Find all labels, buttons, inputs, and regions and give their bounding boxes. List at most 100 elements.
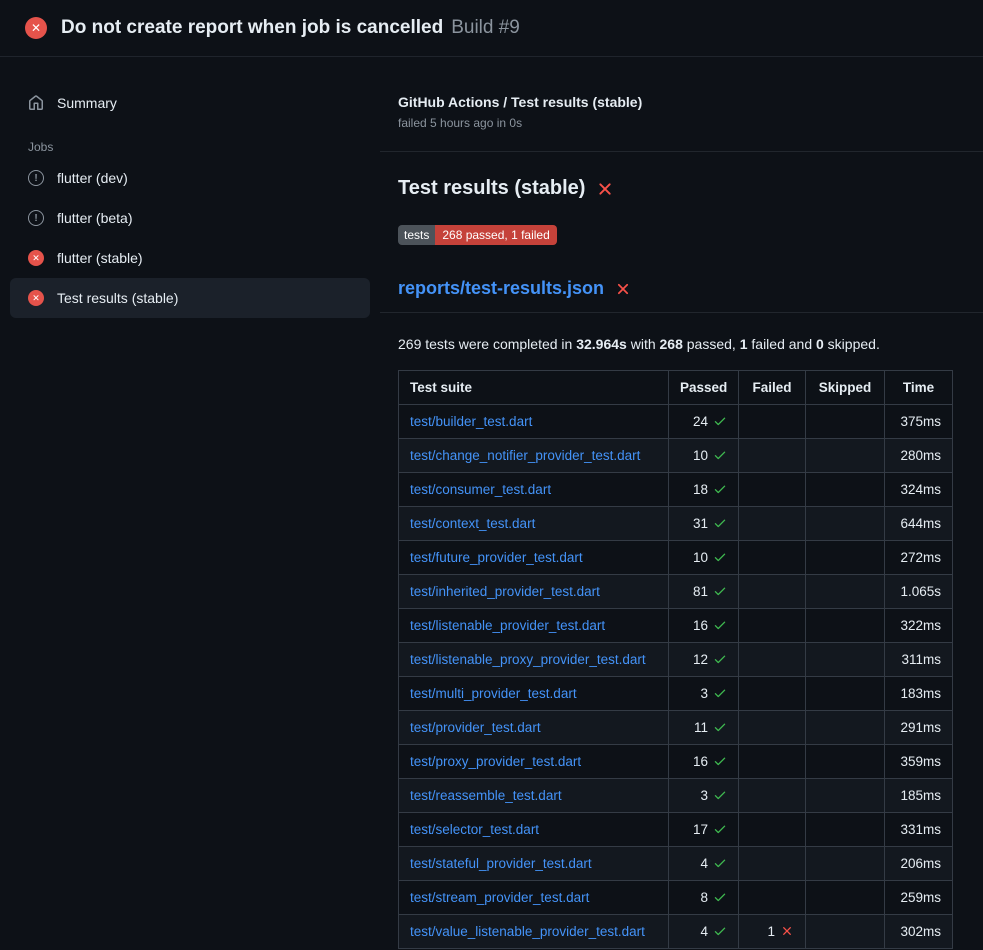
skipped-cell (806, 677, 885, 711)
passed-count: 17 (693, 822, 708, 837)
badge-label: tests (398, 225, 435, 245)
time-cell: 331ms (885, 813, 953, 847)
passed-cell: 3 (669, 677, 739, 711)
passed-cell: 3 (669, 779, 739, 813)
time-cell: 183ms (885, 677, 953, 711)
passed-cell: 12 (669, 643, 739, 677)
suite-link[interactable]: test/proxy_provider_test.dart (410, 754, 581, 769)
suite-link[interactable]: test/context_test.dart (410, 516, 535, 531)
failed-cell (739, 405, 806, 439)
skipped-cell (806, 779, 885, 813)
section-heading-text: Test results (stable) (398, 177, 585, 200)
skipped-cell (806, 915, 885, 949)
passed-cell: 81 (669, 575, 739, 609)
time-cell: 322ms (885, 609, 953, 643)
suite-cell: test/selector_test.dart (399, 813, 669, 847)
sidebar-item-label: flutter (dev) (57, 170, 128, 186)
report-file-link[interactable]: reports/test-results.json (398, 278, 604, 299)
table-row: test/consumer_test.dart18324ms (399, 473, 953, 507)
table-row: test/reassemble_test.dart 3 185ms (399, 779, 953, 813)
suite-link[interactable]: test/listenable_provider_test.dart (410, 618, 605, 633)
column-header-test-suite: Test suite (399, 371, 669, 405)
passed-count: 16 (693, 618, 708, 633)
suite-link[interactable]: test/future_provider_test.dart (410, 550, 583, 565)
table-header-row: Test suitePassedFailedSkippedTime (399, 371, 953, 405)
suite-link[interactable]: test/change_notifier_provider_test.dart (410, 448, 640, 463)
suite-cell: test/stream_provider_test.dart (399, 881, 669, 915)
sidebar-item-test-results-stable[interactable]: ✕Test results (stable) (10, 278, 370, 318)
suite-link[interactable]: test/value_listenable_provider_test.dart (410, 924, 645, 939)
table-row: test/proxy_provider_test.dart 16 359ms (399, 745, 953, 779)
passed-count: 11 (694, 720, 708, 735)
time-cell: 1.065s (885, 575, 953, 609)
failed-cell (739, 575, 806, 609)
suite-link[interactable]: test/reassemble_test.dart (410, 788, 562, 803)
suite-link[interactable]: test/listenable_proxy_provider_test.dart (410, 652, 646, 667)
suite-cell: test/stateful_provider_test.dart (399, 847, 669, 881)
column-header-passed: Passed (669, 371, 739, 405)
sidebar-item-flutter-beta[interactable]: ! flutter (beta) (10, 198, 370, 238)
home-icon (28, 95, 44, 111)
passed-cell: 16 (669, 609, 739, 643)
failed-status-icon: ✕ (25, 17, 47, 39)
failed-cell (739, 711, 806, 745)
passed-cell: 8 (669, 881, 739, 915)
table-header: Test suitePassedFailedSkippedTime (399, 371, 953, 405)
suite-link[interactable]: test/stateful_provider_test.dart (410, 856, 592, 871)
skipped-cell (806, 541, 885, 575)
table-row: test/selector_test.dart 17 331ms (399, 813, 953, 847)
check-icon (713, 788, 727, 802)
skipped-cell (806, 881, 885, 915)
suite-link[interactable]: test/multi_provider_test.dart (410, 686, 577, 701)
passed-count: 4 (700, 924, 708, 939)
check-icon (713, 856, 727, 870)
header-divider (380, 151, 983, 152)
time-cell: 359ms (885, 745, 953, 779)
passed-count: 24 (693, 414, 708, 429)
sidebar-item-summary[interactable]: Summary (10, 83, 370, 123)
passed-count: 18 (693, 482, 708, 497)
passed-count: 12 (693, 652, 708, 667)
passed-count: 4 (700, 856, 708, 871)
skipped-cell (806, 473, 885, 507)
check-icon (713, 720, 727, 734)
build-header: ✕ Do not create report when job is cance… (0, 0, 983, 57)
suite-link[interactable]: test/stream_provider_test.dart (410, 890, 589, 905)
suite-link[interactable]: test/provider_test.dart (410, 720, 541, 735)
suite-link[interactable]: test/selector_test.dart (410, 822, 539, 837)
passed-cell: 11 (669, 711, 739, 745)
sidebar-item-label: flutter (stable) (57, 250, 143, 266)
time-cell: 259ms (885, 881, 953, 915)
suite-cell: test/change_notifier_provider_test.dart (399, 439, 669, 473)
passed-cell: 17 (669, 813, 739, 847)
sidebar-item-flutter-dev[interactable]: !flutter (dev) (10, 158, 370, 198)
skipped-cell (806, 439, 885, 473)
failed-cell (739, 439, 806, 473)
suite-link[interactable]: test/consumer_test.dart (410, 482, 551, 497)
check-icon (713, 754, 727, 768)
passed-count: 10 (693, 448, 708, 463)
section-heading: Test results (stable) (398, 177, 983, 200)
passed-count: 16 (693, 754, 708, 769)
jobs-section-label: Jobs (10, 140, 370, 154)
sidebar-jobs-list: !flutter (dev)! flutter (beta) ✕flutter (s… (10, 158, 370, 318)
time-cell: 185ms (885, 779, 953, 813)
suite-link[interactable]: test/builder_test.dart (410, 414, 532, 429)
sidebar-item-label: flutter (beta) (57, 210, 132, 226)
suite-link[interactable]: test/inherited_provider_test.dart (410, 584, 600, 599)
neutral-status-icon: ! (28, 210, 44, 226)
table-row: test/multi_provider_test.dart 3 183ms (399, 677, 953, 711)
summary-text: with (627, 336, 660, 352)
passed-cell: 24 (669, 405, 739, 439)
summary-line: 269 tests were completed in 32.964s with… (398, 336, 983, 352)
summary-text: skipped. (824, 336, 880, 352)
failed-count: 1 (767, 924, 775, 939)
suite-cell: test/listenable_proxy_provider_test.dart (399, 643, 669, 677)
passed-cell: 31 (669, 507, 739, 541)
build-title: Do not create report when job is cancell… (61, 17, 520, 39)
time-cell: 291ms (885, 711, 953, 745)
failed-cell (739, 881, 806, 915)
passed-count: 8 (700, 890, 708, 905)
sidebar-item-flutter-stable[interactable]: ✕flutter (stable) (10, 238, 370, 278)
time-cell: 272ms (885, 541, 953, 575)
